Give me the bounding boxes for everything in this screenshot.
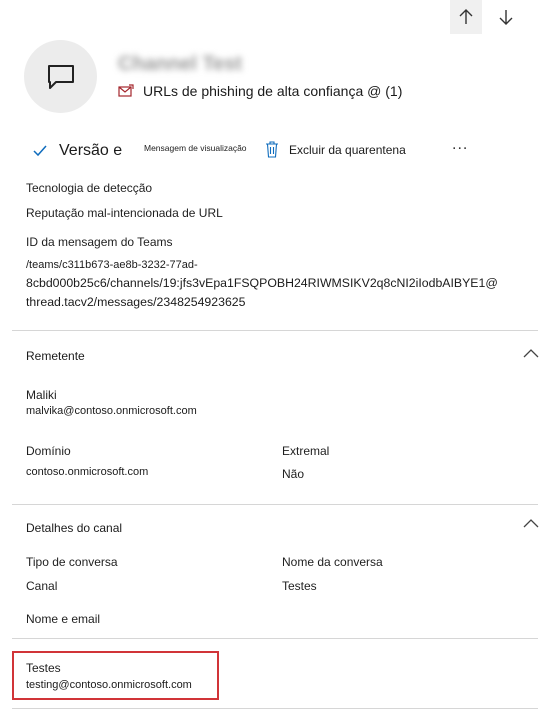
sender-section-heading: Remetente	[26, 349, 85, 363]
threat-summary: URLs de phishing de alta confiança @ (1)	[118, 83, 402, 99]
domain-label: Domínio	[26, 444, 71, 458]
owner-email: testing@contoso.onmicrosoft.com	[26, 679, 192, 691]
external-value: Não	[282, 467, 305, 481]
teams-id-line2: 8cbd000b25c6/channels/19:jfs3vEpa1FSQPOB…	[26, 276, 498, 290]
checkmark-icon	[33, 145, 47, 157]
teams-id-line3: thread.tacv2/messages/2348254923625	[26, 295, 246, 309]
phishing-mail-icon	[118, 84, 134, 97]
conversation-type-label: Tipo de conversa	[26, 555, 118, 569]
threat-label: URLs de phishing de alta confiança @ (1)	[143, 83, 403, 99]
avatar	[24, 40, 97, 113]
conversation-name-value: Testes	[282, 579, 317, 593]
chevron-up-icon[interactable]	[523, 348, 539, 358]
more-options-button[interactable]: ...	[452, 136, 468, 154]
arrow-down-icon	[499, 10, 513, 25]
detection-tech-label: Tecnologia de detecção	[26, 181, 153, 195]
next-item-button[interactable]	[490, 0, 522, 34]
chat-message-icon	[47, 64, 74, 89]
teams-id-label: ID da mensagem do Teams	[26, 235, 173, 249]
more-ellipsis-icon: ...	[452, 136, 469, 153]
release-from-quarantine-button[interactable]: Excluir da quarentena	[265, 141, 406, 158]
chevron-up-icon[interactable]	[523, 518, 539, 528]
arrow-up-icon	[459, 9, 473, 24]
preview-message-button[interactable]: Mensagem de visualização	[144, 143, 247, 153]
detection-tech-value: Reputação mal-intencionada de URL	[26, 206, 223, 220]
version-label: Versão e	[59, 142, 123, 159]
channel-section-heading: Detalhes do canal	[26, 521, 123, 535]
external-label: Extremal	[282, 444, 330, 458]
conversation-type-value: Canal	[26, 579, 58, 593]
version-button[interactable]: Versão e	[32, 142, 122, 160]
trash-icon	[266, 141, 278, 158]
teams-id-line1: /teams/c311b673-ae8b-3232-77ad-	[26, 259, 198, 271]
divider	[12, 330, 538, 331]
owner-name: Testes	[26, 661, 61, 675]
conversation-name-label: Nome da conversa	[282, 555, 383, 569]
release-label: Excluir da quarentena	[289, 142, 406, 157]
sender-name: Maliki	[26, 388, 57, 402]
divider	[12, 638, 538, 639]
highlight-box	[12, 651, 219, 700]
name-email-label: Nome e email	[26, 612, 101, 626]
domain-value: contoso.onmicrosoft.com	[26, 466, 149, 478]
divider	[12, 708, 538, 709]
sender-email: malvika@contoso.onmicrosoft.com	[26, 405, 197, 417]
message-title: Channel Test	[118, 53, 243, 75]
divider	[12, 504, 538, 505]
previous-item-button[interactable]	[450, 0, 482, 34]
